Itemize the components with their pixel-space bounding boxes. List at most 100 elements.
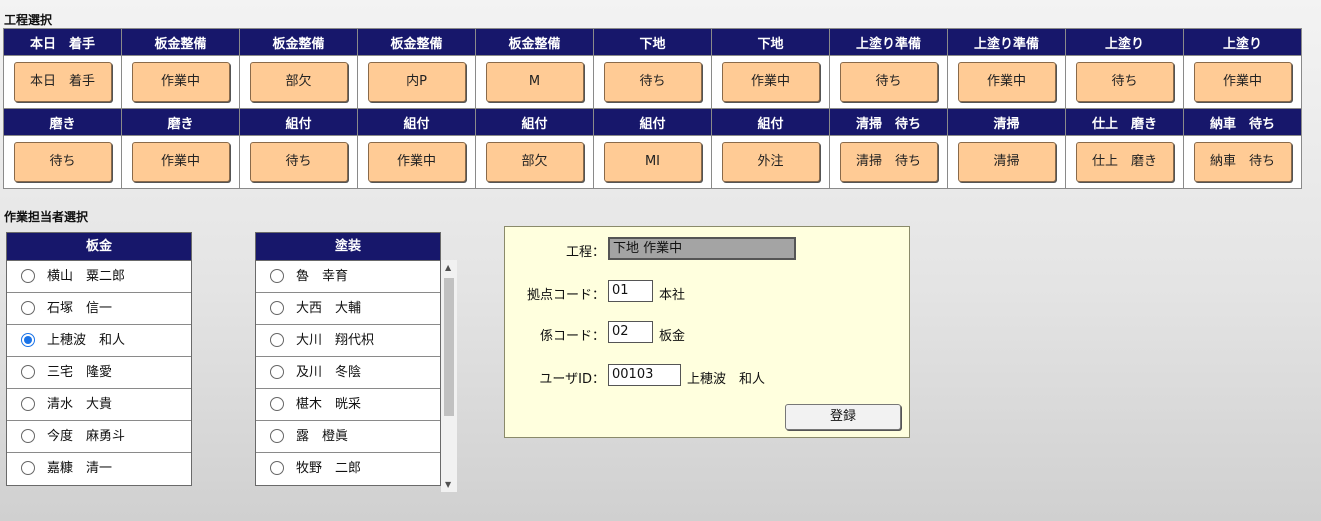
tosou-list-scrollbar[interactable]: ▲ ▼ — [441, 260, 457, 492]
process-button[interactable]: 作業中 — [131, 142, 230, 182]
base-code-field[interactable]: 01 — [608, 280, 653, 302]
process-header: 組付 — [593, 108, 712, 136]
worker-option[interactable]: 魯 幸育 — [256, 261, 440, 293]
process-button[interactable]: 作業中 — [1193, 62, 1292, 102]
process-button[interactable]: 待ち — [839, 62, 938, 102]
process-cell: 外注 — [711, 135, 830, 189]
process-header: 板金整備 — [357, 28, 476, 56]
worker-option[interactable]: 椹木 晄采 — [256, 389, 440, 421]
registration-panel: 工程： 下地 作業中 拠点コード： 01 本社 係コード： 02 板金 ユーザI… — [504, 226, 910, 438]
worker-name: 魯 幸育 — [296, 269, 349, 284]
worker-option[interactable]: 大西 大輔 — [256, 293, 440, 325]
process-header: 清掃 待ち — [829, 108, 948, 136]
register-button[interactable]: 登録 — [785, 404, 901, 430]
process-header: 板金整備 — [121, 28, 240, 56]
worker-option[interactable]: 三宅 隆愛 — [7, 357, 191, 389]
user-id-field[interactable]: 00103 — [608, 364, 681, 386]
process-header: 上塗り — [1065, 28, 1184, 56]
process-button[interactable]: 待ち — [1075, 62, 1174, 102]
user-id-label: ユーザID： — [539, 372, 605, 387]
process-button[interactable]: 待ち — [603, 62, 702, 102]
worker-option[interactable]: 石塚 信一 — [7, 293, 191, 325]
process-button[interactable]: 納車 待ち — [1193, 142, 1292, 182]
worker-option[interactable]: 露 橙眞 — [256, 421, 440, 453]
process-cell: 作業中 — [121, 55, 240, 109]
worker-name: 大川 翔代枳 — [296, 333, 375, 348]
radio-button[interactable] — [21, 332, 35, 347]
radio-button[interactable] — [270, 428, 284, 443]
process-button[interactable]: 作業中 — [957, 62, 1056, 102]
process-button[interactable]: M — [485, 62, 584, 102]
process-cell: 内P — [357, 55, 476, 109]
process-cell: 待ち — [829, 55, 948, 109]
worker-option[interactable]: 牧野 二郎 — [256, 453, 440, 485]
process-button[interactable]: 清掃 — [957, 142, 1056, 182]
worker-name: 牧野 二郎 — [296, 461, 362, 476]
radio-button[interactable] — [270, 460, 284, 475]
bankin-worker-list: 板金 横山 粟二郎 石塚 信一 上穂波 和人 三宅 隆愛 清水 大貴 今度 麻勇斗 嘉糠 清… — [6, 232, 192, 486]
process-cell: 待ち — [593, 55, 712, 109]
radio-button[interactable] — [21, 364, 35, 379]
radio-button[interactable] — [270, 364, 284, 379]
radio-button[interactable] — [270, 268, 284, 283]
process-button[interactable]: 待ち — [249, 142, 348, 182]
process-header: 下地 — [593, 28, 712, 56]
worker-name: 横山 粟二郎 — [47, 269, 126, 284]
process-button[interactable]: 作業中 — [367, 142, 466, 182]
process-cell: 本日 着手 — [3, 55, 122, 109]
process-button[interactable]: 外注 — [721, 142, 820, 182]
process-header: 上塗り準備 — [947, 28, 1066, 56]
process-cell: 待ち — [3, 135, 122, 189]
process-button[interactable]: 本日 着手 — [13, 62, 112, 102]
tosou-worker-list: 塗装 魯 幸育 大西 大輔 大川 翔代枳 及川 冬陰 椹木 晄采露 橙眞 牧野 二郎 — [255, 232, 441, 486]
process-header: 磨き — [3, 108, 122, 136]
process-cell: 作業中 — [711, 55, 830, 109]
process-header: 組付 — [239, 108, 358, 136]
worker-section-title: 作業担当者選択 — [4, 210, 89, 224]
radio-button[interactable] — [21, 268, 35, 283]
section-code-label: 係コード： — [539, 329, 605, 344]
process-button[interactable]: 部欠 — [485, 142, 584, 182]
process-header: 上塗り — [1183, 28, 1302, 56]
worker-name: 椹木 晄采 — [296, 397, 362, 412]
worker-option[interactable]: 清水 大貴 — [7, 389, 191, 421]
radio-button[interactable] — [270, 332, 284, 347]
process-button[interactable]: 作業中 — [721, 62, 820, 102]
process-button[interactable]: 部欠 — [249, 62, 348, 102]
worker-option[interactable]: 嘉糠 清一 — [7, 453, 191, 485]
process-cell: 待ち — [1065, 55, 1184, 109]
worker-option[interactable]: 今度 麻勇斗 — [7, 421, 191, 453]
process-button[interactable]: 内P — [367, 62, 466, 102]
radio-button[interactable] — [21, 428, 35, 443]
worker-option[interactable]: 上穂波 和人 — [7, 325, 191, 357]
scroll-down-icon[interactable]: ▼ — [445, 480, 451, 489]
process-button[interactable]: 作業中 — [131, 62, 230, 102]
worker-option[interactable]: 及川 冬陰 — [256, 357, 440, 389]
scroll-up-icon[interactable]: ▲ — [445, 263, 451, 272]
process-button[interactable]: MI — [603, 142, 702, 182]
worker-name: 石塚 信一 — [47, 301, 113, 316]
process-cell: MI — [593, 135, 712, 189]
process-button[interactable]: 仕上 磨き — [1075, 142, 1174, 182]
radio-button[interactable] — [21, 300, 35, 315]
process-cell: 納車 待ち — [1183, 135, 1302, 189]
worker-name: 露 橙眞 — [296, 429, 349, 444]
worker-option[interactable]: 大川 翔代枳 — [256, 325, 440, 357]
process-table: 本日 着手 板金整備 板金整備 板金整備 板金整備 下地 下地 上塗り準備 上塗り準備 上塗り 上塗… — [3, 28, 1302, 189]
radio-button[interactable] — [270, 300, 284, 315]
radio-button[interactable] — [21, 396, 35, 411]
worker-option[interactable]: 横山 粟二郎 — [7, 261, 191, 293]
worker-name: 及川 冬陰 — [296, 365, 362, 380]
radio-button[interactable] — [21, 460, 35, 475]
process-button[interactable]: 待ち — [13, 142, 112, 182]
worker-name: 上穂波 和人 — [47, 333, 126, 348]
process-button[interactable]: 清掃 待ち — [839, 142, 938, 182]
process-cell: 作業中 — [947, 55, 1066, 109]
process-header: 仕上 磨き — [1065, 108, 1184, 136]
radio-button[interactable] — [270, 396, 284, 411]
scrollbar-thumb[interactable] — [444, 278, 454, 416]
process-field: 下地 作業中 — [608, 237, 796, 260]
process-cell: M — [475, 55, 594, 109]
section-code-field[interactable]: 02 — [608, 321, 653, 343]
process-header: 板金整備 — [239, 28, 358, 56]
